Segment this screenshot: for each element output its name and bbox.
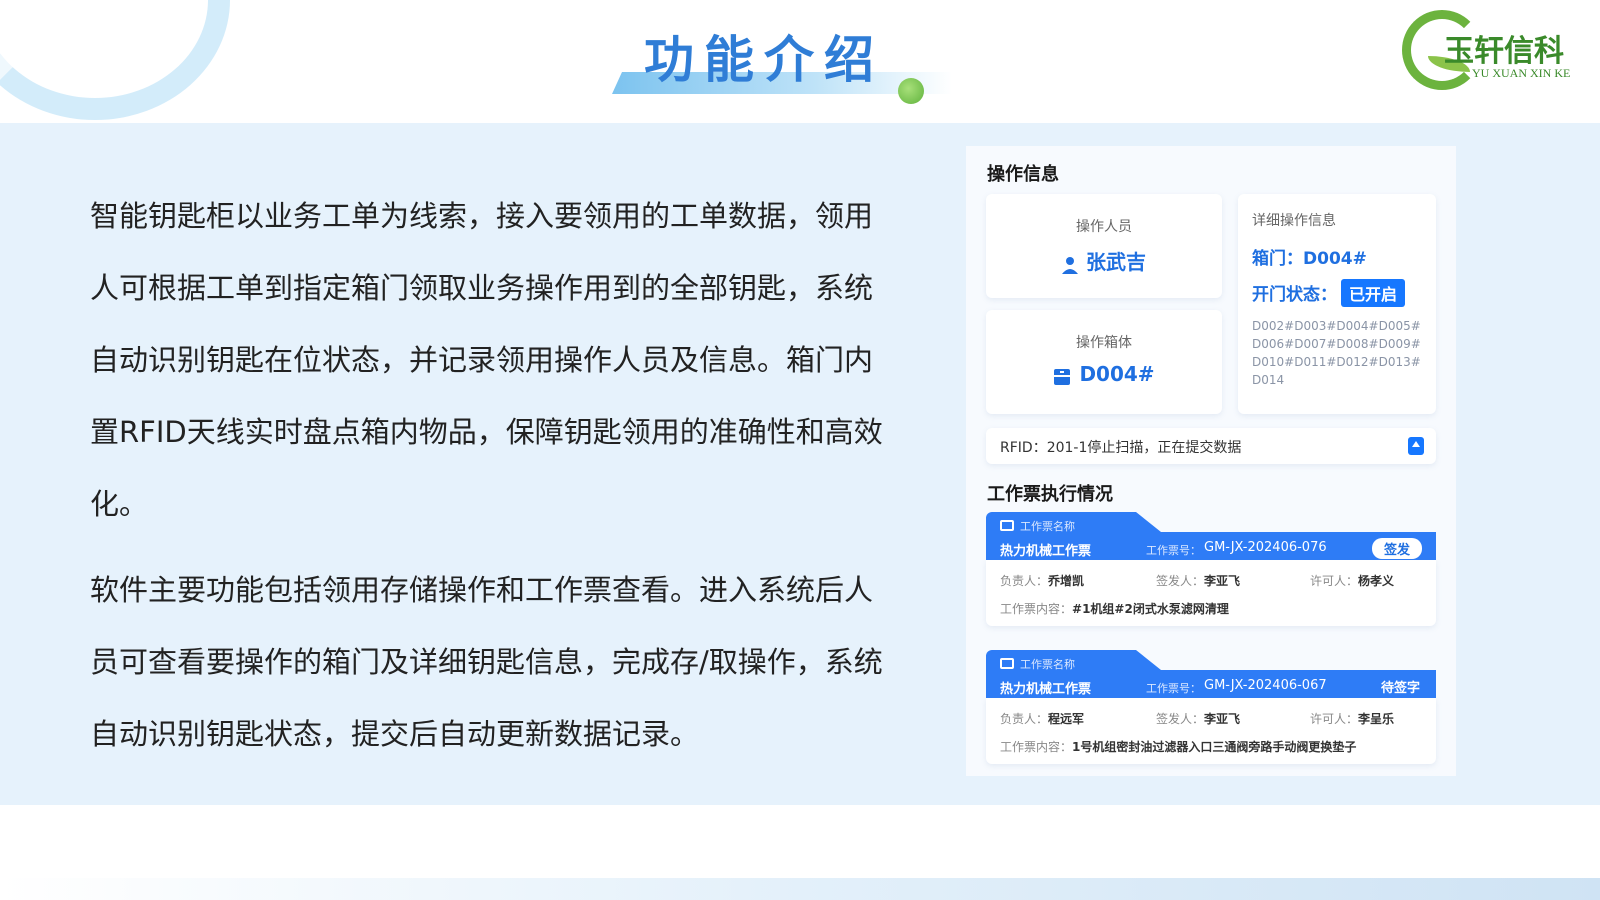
intro-text: 智能钥匙柜以业务工单为线索，接入要领用的工单数据，领用人可根据工单到指定箱门领取…: [90, 180, 890, 770]
rfid-status-bar: RFID：201-1停止扫描，正在提交数据: [986, 428, 1436, 464]
intro-paragraph-1: 智能钥匙柜以业务工单为线索，接入要领用的工单数据，领用人可根据工单到指定箱门领取…: [90, 199, 883, 521]
ticket-status: 待签字: [1380, 681, 1420, 696]
ticket-name-label: 工作票名称: [1020, 520, 1075, 533]
ticket-no-label: 工作票号：: [1146, 682, 1201, 695]
ticket-content: 工作票内容：1号机组密封油过滤器入口三通阀旁路手动阀更换垫子: [1000, 740, 1357, 754]
ticket-no: GM-JX-202406-067: [1204, 678, 1327, 693]
ticket-content: 工作票内容：#1机组#2闭式水泵滤网清理: [1000, 602, 1229, 616]
company-logo: 玉轩信科 YU XUAN XIN KE: [1402, 8, 1582, 92]
ticket-card[interactable]: 工作票名称 热力机械工作票 工作票号： GM-JX-202406-067 待签字…: [986, 650, 1436, 764]
op-info-title: 操作信息: [987, 164, 1059, 185]
box-card: 操作箱体 D004#: [986, 310, 1222, 414]
status-badge: 已开启: [1341, 279, 1406, 307]
ticket-name-label: 工作票名称: [1020, 658, 1075, 671]
operator-label: 操作人员: [1076, 219, 1132, 235]
key-list: D002#D003#D004#D005#D006#D007#D008#D009#…: [1252, 319, 1421, 387]
ticket-no: GM-JX-202406-076: [1204, 540, 1327, 555]
door-label: 箱门：: [1252, 249, 1303, 269]
ticket-header: 工作票名称 热力机械工作票 工作票号： GM-JX-202406-076 签发: [986, 512, 1436, 560]
ticket-name: 热力机械工作票: [1000, 682, 1092, 697]
ticket-icon: [1000, 658, 1014, 669]
ticket-issuer: 签发人：李亚飞: [1156, 712, 1241, 726]
detail-title: 详细操作信息: [1252, 213, 1336, 229]
ticket-body: 负责人：程远军 签发人：李亚飞 许可人：李呈乐 工作票内容：1号机组密封油过滤器…: [986, 698, 1436, 764]
ticket-no-label: 工作票号：: [1146, 544, 1201, 557]
logo-en-text: YU XUAN XIN KE: [1472, 66, 1571, 80]
ticket-leader: 负责人：程远军: [1000, 712, 1085, 726]
title-dot: [898, 78, 924, 104]
ticket-card[interactable]: 工作票名称 热力机械工作票 工作票号： GM-JX-202406-076 签发 …: [986, 512, 1436, 626]
status-label: 开门状态：: [1252, 285, 1337, 305]
door-value: D004#: [1303, 249, 1367, 269]
ticket-permit: 许可人：杨孝义: [1310, 574, 1395, 588]
ticket-leader: 负责人：乔增凯: [1000, 574, 1085, 588]
upload-icon[interactable]: [1408, 437, 1424, 455]
ticket-name: 热力机械工作票: [1000, 544, 1092, 559]
page-title: 功能介绍: [644, 31, 884, 89]
box-value: D004#: [1079, 362, 1155, 386]
ticket-issuer: 签发人：李亚飞: [1156, 574, 1241, 588]
operator-name: 张武吉: [1086, 250, 1146, 274]
detail-card: 详细操作信息 箱门：D004# 开门状态： 已开启 D002#D003#D004#…: [1238, 194, 1436, 414]
ticket-status-badge[interactable]: 签发: [1371, 538, 1422, 559]
logo-cn-text: 玉轩信科: [1444, 34, 1564, 69]
bottom-strip: [0, 878, 1600, 900]
user-icon: [1062, 256, 1078, 274]
rfid-text: RFID：201-1停止扫描，正在提交数据: [1000, 440, 1242, 456]
intro-paragraph-2: 软件主要功能包括领用存储操作和工作票查看。进入系统后人员可查看要操作的箱门及详细…: [90, 573, 883, 751]
box-label: 操作箱体: [1076, 335, 1132, 351]
ticket-icon: [1000, 520, 1014, 531]
decorative-ring: [0, 0, 230, 120]
operator-card: 操作人员 张武吉: [986, 194, 1222, 298]
ticket-body: 负责人：乔增凯 签发人：李亚飞 许可人：杨孝义 工作票内容：#1机组#2闭式水泵…: [986, 560, 1436, 626]
ticket-header: 工作票名称 热力机械工作票 工作票号： GM-JX-202406-067 待签字: [986, 650, 1436, 698]
ticket-permit: 许可人：李呈乐: [1310, 712, 1395, 726]
tickets-title: 工作票执行情况: [987, 484, 1113, 505]
cabinet-icon: [1054, 368, 1071, 385]
page-title-block: 功能介绍: [612, 16, 952, 104]
